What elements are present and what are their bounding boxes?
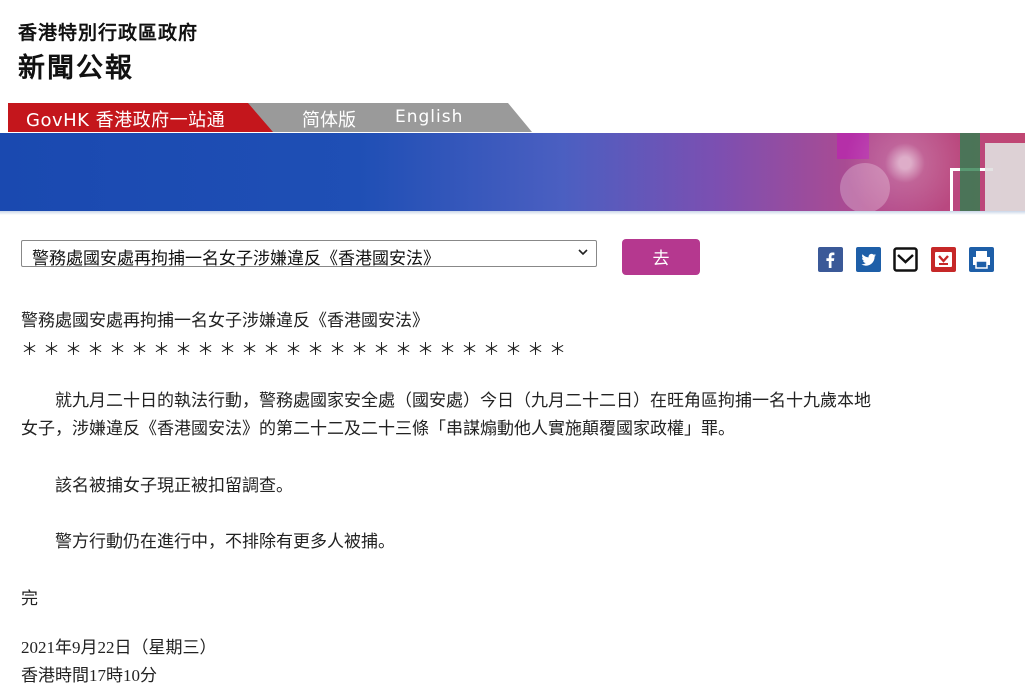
article-title: 警務處國安處再拘捕一名女子涉嫌違反《香港國安法》 — [21, 311, 429, 331]
paragraph-1-line-2: 女子，涉嫌違反《香港國安法》的第二十二及二十三條「串謀煽動他人實施顛覆國家政權」… — [21, 419, 735, 439]
header-department: 香港特別行政區政府 — [18, 22, 199, 44]
english-link[interactable]: English — [395, 107, 463, 127]
govhk-link[interactable]: GovHK 香港政府一站通 — [26, 106, 225, 132]
paragraph-2: 該名被捕女子現正被扣留調查。 — [21, 476, 293, 496]
twitter-icon[interactable] — [856, 247, 881, 272]
chevron-down-icon — [578, 249, 588, 256]
simplified-chinese-link[interactable]: 简体版 — [302, 106, 356, 132]
paragraph-1-line-1: 就九月二十日的執法行動，警務處國家安全處（國安處）今日（九月二十二日）在旺角區拘… — [21, 391, 871, 411]
facebook-icon[interactable] — [818, 247, 843, 272]
article-select[interactable]: 警務處國安處再拘捕一名女子涉嫌違反《香港國安法》 — [21, 240, 597, 269]
go-button[interactable]: 去 — [622, 239, 700, 275]
header-banner — [0, 133, 1025, 211]
email-icon[interactable] — [893, 247, 918, 272]
article-select-value: 警務處國安處再拘捕一名女子涉嫌違反《香港國安法》 — [32, 249, 440, 269]
bookmark-icon[interactable] — [931, 247, 956, 272]
end-mark: 完 — [21, 589, 38, 609]
header-bulletin: 新聞公報 — [18, 53, 134, 84]
paragraph-3: 警方行動仍在進行中，不排除有更多人被捕。 — [21, 532, 395, 552]
print-icon[interactable] — [969, 247, 994, 272]
top-nav: GovHK 香港政府一站通 简体版 English — [0, 103, 1025, 133]
release-date: 2021年9月22日（星期三） — [21, 638, 217, 657]
release-time: 香港時間17時10分 — [21, 666, 157, 685]
title-separator: ＊＊＊＊＊＊＊＊＊＊＊＊＊＊＊＊＊＊＊＊＊＊＊＊＊ — [21, 340, 571, 360]
